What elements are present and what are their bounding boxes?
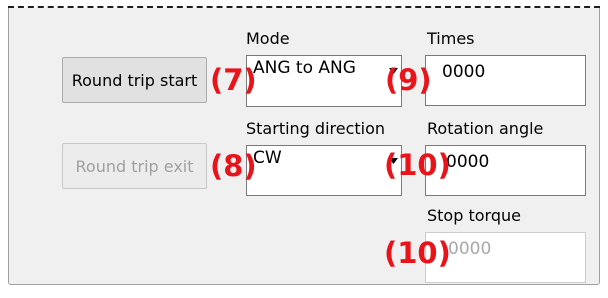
callout-7: (7) [210, 63, 257, 97]
starting-direction-label: Starting direction [246, 119, 386, 138]
round-trip-settings-panel: Round trip start Round trip exit Mode Ti… [0, 0, 608, 298]
mode-select-value: ANG to ANG [253, 58, 356, 78]
round-trip-start-button[interactable]: Round trip start [62, 57, 207, 103]
round-trip-exit-button[interactable]: Round trip exit [62, 143, 207, 189]
callout-8: (8) [210, 149, 257, 183]
starting-direction-select[interactable]: CW [246, 145, 402, 196]
rotation-angle-input-value: 0000 [446, 152, 490, 172]
stop-torque-input-value: 0000 [448, 239, 492, 259]
rotation-angle-label: Rotation angle [427, 119, 544, 138]
mode-select[interactable]: ANG to ANG [246, 55, 402, 107]
callout-9: (9) [385, 63, 432, 97]
callout-10-torque: (10) [384, 236, 451, 270]
callout-10-rotation: (10) [384, 148, 451, 182]
starting-direction-select-value: CW [253, 148, 282, 168]
times-input-value: 0000 [442, 62, 486, 82]
times-label: Times [427, 29, 475, 48]
stop-torque-label: Stop torque [427, 206, 521, 225]
times-input[interactable]: 0000 [425, 55, 586, 106]
mode-label: Mode [246, 29, 290, 48]
